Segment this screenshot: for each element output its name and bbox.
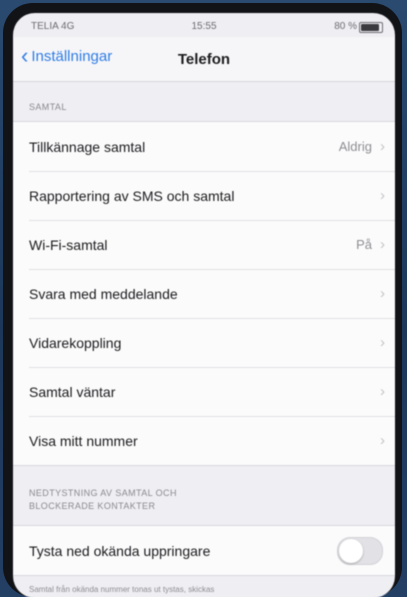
row-label: Visa mitt nummer — [29, 432, 138, 449]
chevron-right-icon: › — [380, 383, 385, 400]
row-label: Tillkännage samtal — [29, 138, 146, 155]
battery-percentage: 80 % — [334, 21, 357, 32]
section-header-line: NEDTYSTNING AV SAMTAL OCH — [29, 488, 177, 498]
toggle-knob — [339, 538, 363, 563]
row-announce-calls[interactable]: Tillkännage samtal Aldrig › — [13, 122, 395, 171]
row-call-waiting[interactable]: Samtal väntar › — [13, 367, 395, 416]
row-value: På — [356, 237, 372, 252]
page-title: Telefon — [177, 51, 231, 68]
chevron-right-icon: › — [380, 187, 385, 204]
section-header-blocking: NEDTYSTNING AV SAMTAL OCH BLOCKERADE KON… — [29, 487, 177, 513]
chevron-right-icon: › — [380, 236, 385, 253]
chevron-right-icon: › — [380, 285, 385, 302]
battery-icon — [359, 22, 383, 33]
chevron-right-icon: › — [380, 138, 385, 155]
navigation-bar: ‹ Inställningar Telefon — [13, 37, 395, 82]
row-respond-with-text[interactable]: Svara med meddelande › — [13, 269, 395, 318]
row-sms-call-reporting[interactable]: Rapportering av SMS och samtal › — [13, 171, 395, 220]
chevron-right-icon: › — [380, 334, 385, 351]
status-bar: TELIA 4G 15:55 80 % — [13, 13, 395, 37]
phone-frame: TELIA 4G 15:55 80 % ‹ Inställningar Tele… — [3, 3, 402, 597]
row-value: Aldrig — [338, 139, 372, 154]
blocking-settings-group: Tysta ned okända uppringare — [13, 525, 395, 576]
row-show-caller-id[interactable]: Visa mitt nummer › — [13, 416, 395, 465]
footer-description: Samtal från okända nummer tonas ut tysta… — [29, 585, 215, 594]
row-label: Tysta ned okända uppringare — [29, 542, 211, 559]
silence-unknown-toggle[interactable] — [337, 536, 383, 565]
row-label: Rapportering av SMS och samtal — [29, 187, 235, 204]
row-label: Svara med meddelande — [29, 285, 178, 302]
battery-fill — [361, 24, 379, 31]
row-label: Wi-Fi-samtal — [29, 236, 108, 253]
calls-settings-group: Tillkännage samtal Aldrig › Rapportering… — [13, 121, 395, 466]
row-wifi-calling[interactable]: Wi-Fi-samtal På › — [13, 220, 395, 269]
section-header-line: BLOCKERADE KONTAKTER — [29, 501, 156, 511]
row-silence-unknown-callers: Tysta ned okända uppringare — [13, 526, 395, 575]
row-label: Samtal väntar — [29, 383, 116, 400]
row-call-forwarding[interactable]: Vidarekoppling › — [13, 318, 395, 367]
chevron-right-icon: › — [380, 432, 385, 449]
photo-background: TELIA 4G 15:55 80 % ‹ Inställningar Tele… — [0, 0, 407, 597]
row-label: Vidarekoppling — [29, 334, 122, 351]
phone-screen: TELIA 4G 15:55 80 % ‹ Inställningar Tele… — [13, 13, 395, 597]
section-header-calls: SAMTAL — [29, 102, 67, 112]
